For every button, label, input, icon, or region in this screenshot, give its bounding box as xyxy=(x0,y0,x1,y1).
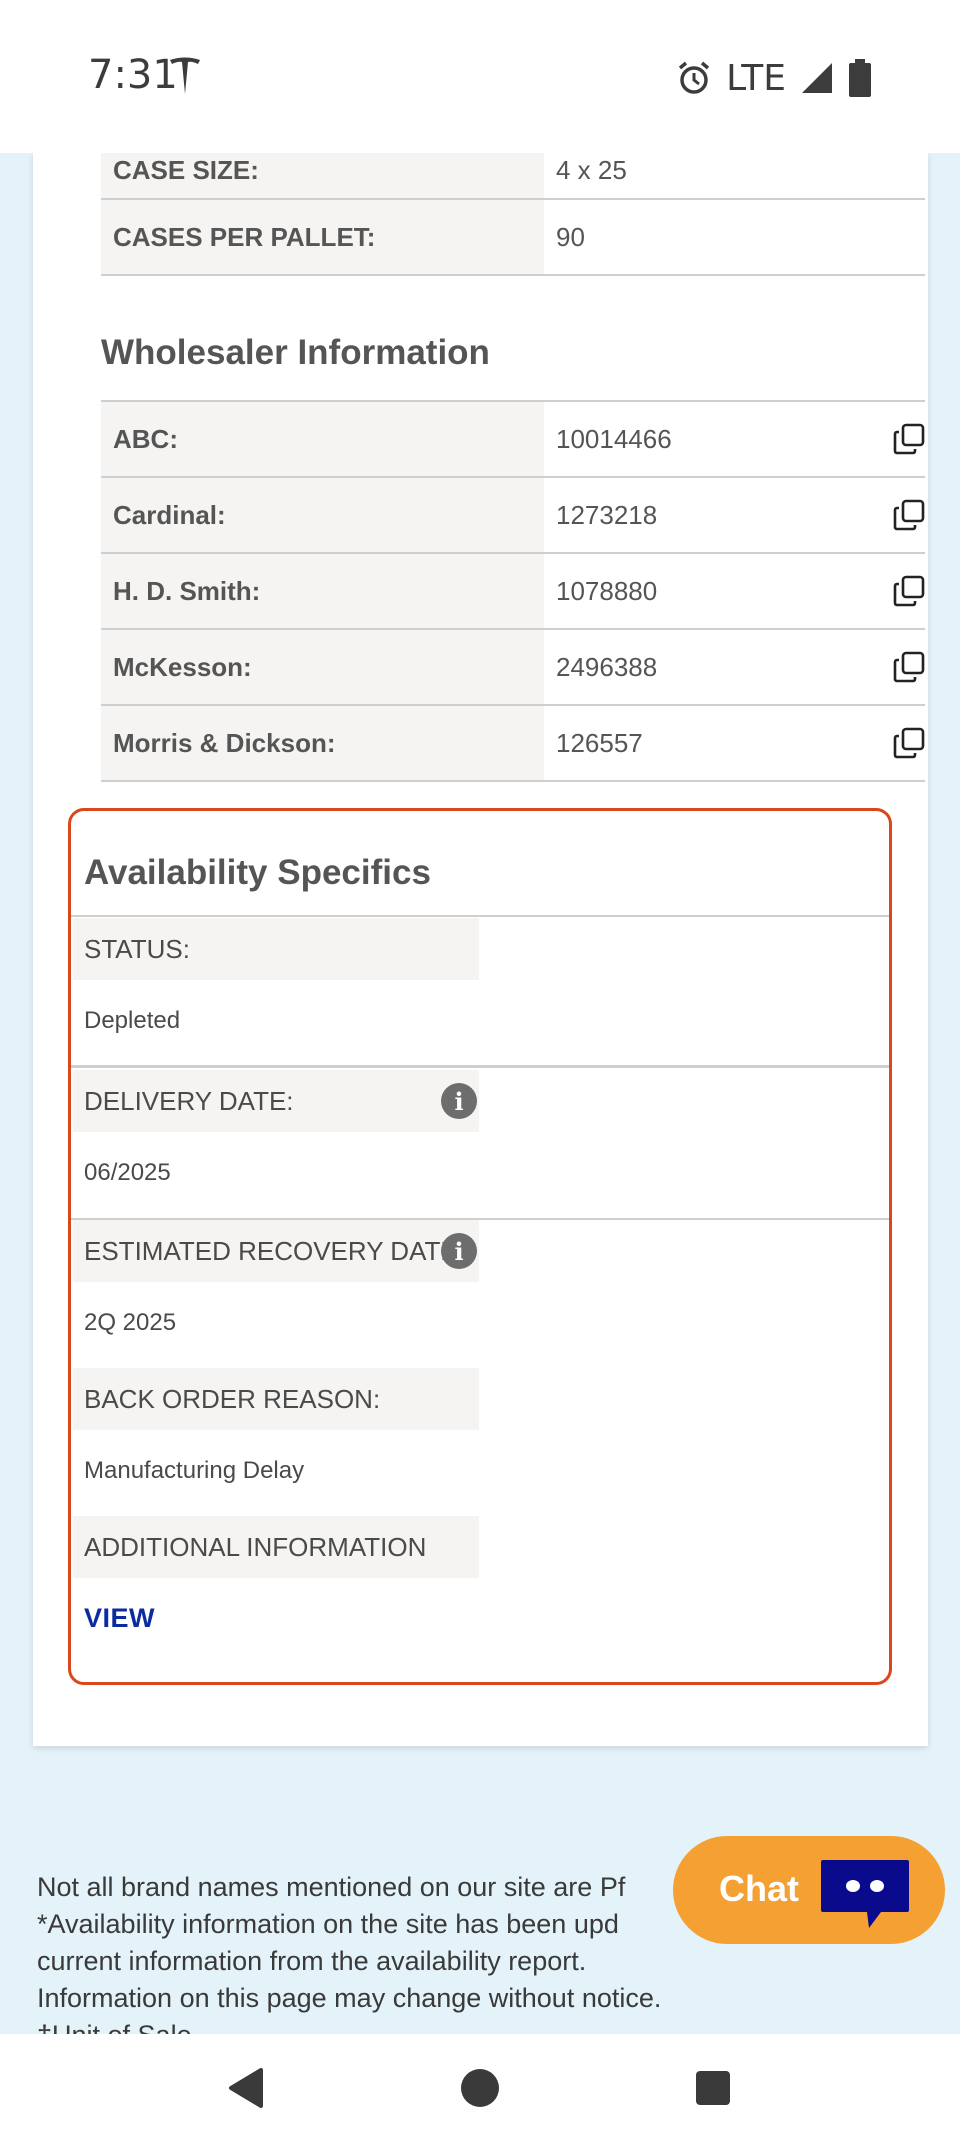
footer-line: Not all brand names mentioned on our sit… xyxy=(37,1872,626,1902)
copy-icon[interactable] xyxy=(893,727,925,759)
wholesaler-value[interactable]: 1273218 xyxy=(556,478,657,552)
wholesaler-row-abc: ABC: 10014466 xyxy=(101,402,925,478)
wholesaler-label: McKesson: xyxy=(101,630,544,704)
wholesaler-value[interactable]: 2496388 xyxy=(556,630,657,704)
footer-line: current information from the availabilit… xyxy=(37,1946,587,1976)
recents-square-icon xyxy=(696,2071,730,2105)
alarm-icon xyxy=(679,61,710,94)
wholesaler-row-hd-smith: H. D. Smith: 1078880 xyxy=(101,554,925,630)
chat-label: Chat xyxy=(719,1868,799,1909)
copy-icon[interactable] xyxy=(893,499,925,531)
wholesaler-label: Cardinal: xyxy=(101,478,544,552)
chat-button[interactable]: Chat xyxy=(673,1836,945,1944)
wholesaler-heading: Wholesaler Information xyxy=(101,333,490,372)
chat-bubble-icon xyxy=(821,1860,909,1928)
recovery-date-info-icon[interactable]: i xyxy=(441,1233,477,1269)
network-label: LTE xyxy=(726,57,786,99)
spec-row-cases-per-pallet: CASES PER PALLET: 90 xyxy=(101,200,925,276)
status-label: STATUS: xyxy=(73,918,479,980)
wholesaler-row-cardinal: Cardinal: 1273218 xyxy=(101,478,925,554)
navigation-bar xyxy=(0,2034,960,2142)
wholesaler-label: Morris & Dickson: xyxy=(101,706,544,780)
recents-button[interactable] xyxy=(659,2034,767,2142)
divider xyxy=(71,915,889,917)
delivery-date-value: 06/2025 xyxy=(84,1159,171,1186)
footer-line: *Availability information on the site ha… xyxy=(37,1909,619,1939)
estimated-recovery-date-label: ESTIMATED RECOVERY DATE: xyxy=(73,1220,479,1282)
wholesaler-row-morris-dickson: Morris & Dickson: 126557 xyxy=(101,706,925,782)
wholesaler-value[interactable]: 10014466 xyxy=(556,402,672,476)
back-order-reason-value: Manufacturing Delay xyxy=(84,1457,305,1484)
back-triangle-icon xyxy=(229,2068,263,2108)
availability-heading: Availability Specifics xyxy=(84,853,431,892)
delivery-date-info-icon[interactable]: i xyxy=(441,1083,477,1119)
status-icons: LTE xyxy=(676,56,872,100)
tesla-icon xyxy=(170,57,200,94)
wholesaler-label: ABC: xyxy=(101,402,544,476)
home-circle-icon xyxy=(461,2069,499,2107)
back-order-reason-label: BACK ORDER REASON: xyxy=(73,1368,479,1430)
status-bar: 7:31 LTE xyxy=(0,0,960,153)
wholesaler-value[interactable]: 1078880 xyxy=(556,554,657,628)
spec-value: 90 xyxy=(556,221,585,252)
view-additional-info-link[interactable]: VIEW xyxy=(84,1603,155,1634)
status-value: Depleted xyxy=(84,1007,181,1034)
copy-icon[interactable] xyxy=(893,651,925,683)
status-time: 7:31 xyxy=(88,52,178,98)
spec-label: CASES PER PALLET: xyxy=(101,200,544,274)
additional-information-label: ADDITIONAL INFORMATION xyxy=(73,1516,479,1578)
wholesaler-value[interactable]: 126557 xyxy=(556,706,643,780)
wholesaler-row-mckesson: McKesson: 2496388 xyxy=(101,630,925,706)
signal-icon xyxy=(802,63,832,93)
estimated-recovery-date-value: 2Q 2025 xyxy=(84,1309,177,1336)
divider xyxy=(71,1065,889,1068)
availability-specifics-box: Availability Specifics STATUS: Depleted … xyxy=(68,808,892,1685)
copy-icon[interactable] xyxy=(893,575,925,607)
delivery-date-label: DELIVERY DATE: xyxy=(73,1070,479,1132)
footer-disclaimer: Not all brand names mentioned on our sit… xyxy=(37,1869,737,2054)
battery-icon xyxy=(849,59,871,97)
copy-icon[interactable] xyxy=(893,423,925,455)
wholesaler-table: ABC: 10014466 Cardinal: 1273218 H. D. Sm… xyxy=(101,400,925,782)
footer-line: Information on this page may change with… xyxy=(37,1983,662,2013)
back-button[interactable] xyxy=(191,2034,299,2142)
wholesaler-label: H. D. Smith: xyxy=(101,554,544,628)
home-button[interactable] xyxy=(426,2034,534,2142)
